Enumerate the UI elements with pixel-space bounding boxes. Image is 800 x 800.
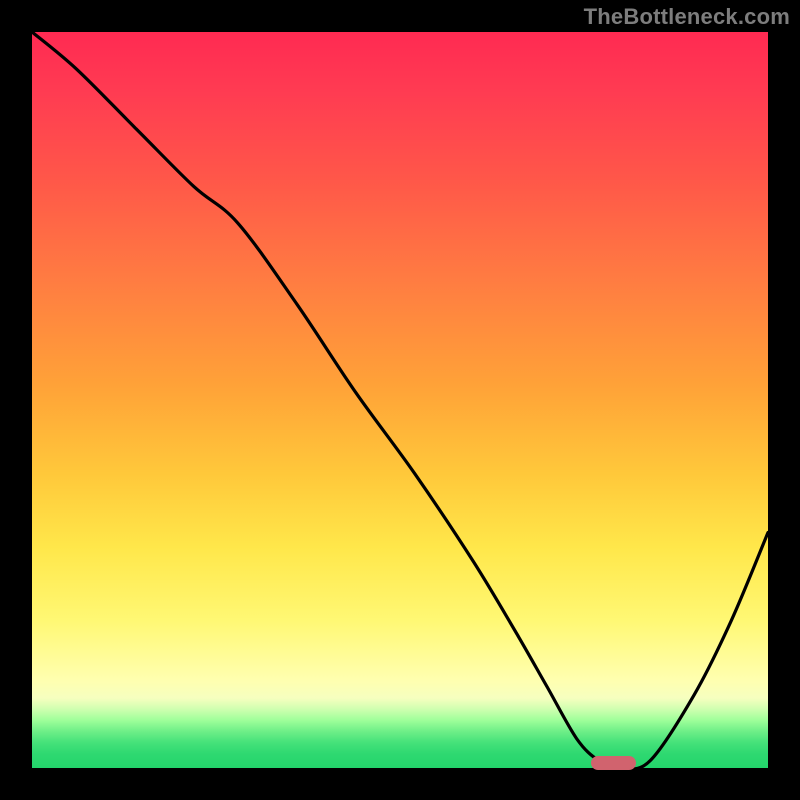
watermark-text: TheBottleneck.com <box>584 4 790 30</box>
chart-frame: TheBottleneck.com <box>0 0 800 800</box>
chart-curves <box>32 32 768 768</box>
optimum-marker <box>591 756 635 770</box>
bottleneck-curve <box>32 32 768 769</box>
